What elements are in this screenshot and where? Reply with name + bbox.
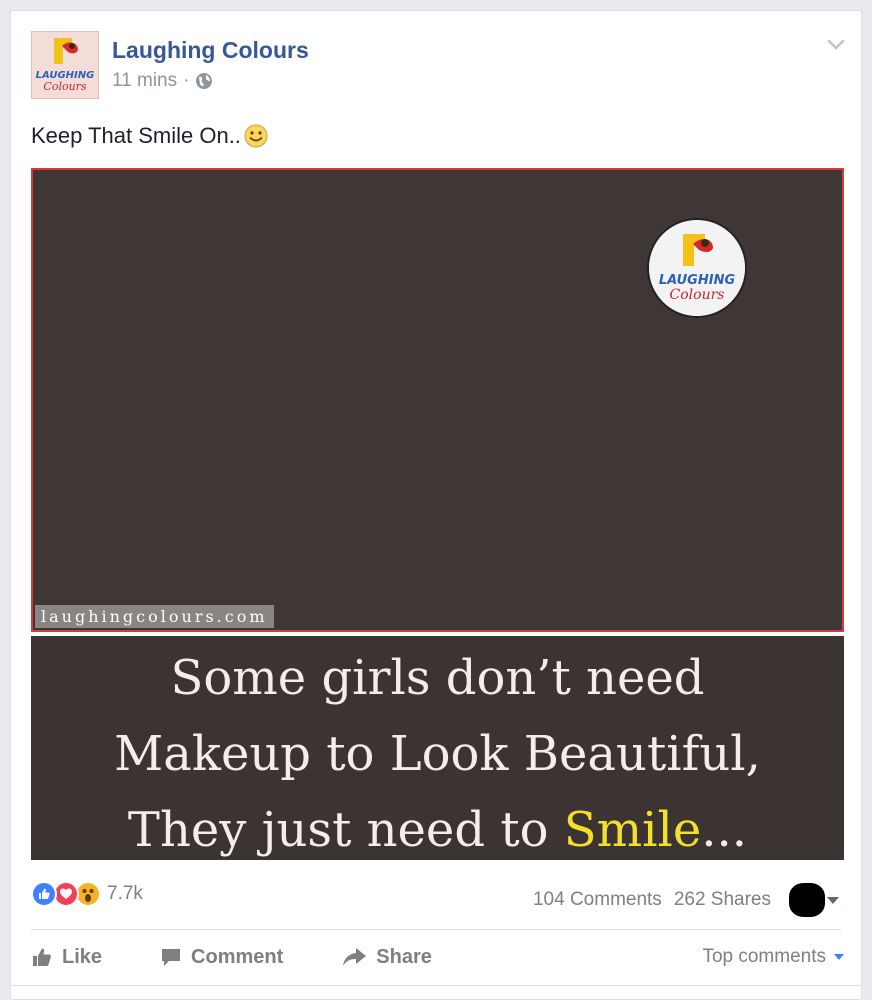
svg-text:LAUGHING: LAUGHING [659,273,736,288]
comment-sort-dropdown[interactable]: Top comments [702,946,844,968]
like-icon [31,881,57,907]
thumbs-up-icon [33,948,51,966]
video-watermark: laughingcolours.com [35,605,274,628]
caption-line-2: Makeup to Look Beautiful, [114,726,761,782]
share-arrow-icon [343,948,367,966]
share-label: Share [376,945,432,968]
shares-count-link[interactable]: 262 Shares [674,889,771,911]
caption-line-3: They just need to Smile... [31,792,844,868]
reaction-count[interactable]: 7.7k [107,883,143,905]
comment-label: Comment [191,945,284,968]
chevron-down-icon[interactable] [825,33,847,55]
divider [11,985,861,986]
caret-down-icon [827,896,839,904]
viewer-avatar [789,883,825,917]
post-card: LAUGHING Colours Laughing Colours 11 min… [10,10,862,1000]
divider [31,929,841,930]
svg-text:Colours: Colours [43,80,87,93]
post-timestamp[interactable]: 11 mins [112,70,177,92]
page-name-link[interactable]: Laughing Colours [112,37,309,64]
post-message-text: Keep That Smile On.. [31,123,241,148]
share-button[interactable]: Share [341,946,432,969]
caption-line-3-prefix: They just need to [127,802,564,858]
globe-icon[interactable] [195,72,213,90]
post-message: Keep That Smile On.. [31,123,269,149]
engagement-stats: 104 Comments 262 Shares [533,883,839,917]
caption-image[interactable]: Some girls don’t need Makeup to Look Bea… [31,636,844,860]
video-brand-logo: LAUGHING Colours [647,218,747,318]
page-avatar[interactable]: LAUGHING Colours [31,31,99,99]
reaction-summary[interactable]: 7.7k [31,881,143,907]
laughing-colours-logo: LAUGHING Colours [32,32,98,98]
like-button[interactable]: Like [31,946,102,969]
post-action-bar: Like Comment Share Top comments [31,937,844,977]
like-label: Like [62,945,103,968]
caption-line-1: Some girls don’t need [170,650,705,706]
svg-text:Colours: Colours [670,287,725,303]
comment-button[interactable]: Comment [160,946,283,969]
viewer-selector[interactable] [783,883,839,917]
caption-highlight-word: Smile [563,802,702,858]
laughing-colours-logo: LAUGHING Colours [649,220,745,316]
meta-separator: · [183,70,190,91]
video-player[interactable]: LAUGHING Colours laughingcolours.com [31,168,844,632]
caret-down-icon [834,954,844,960]
comment-icon [162,949,181,966]
comments-count-link[interactable]: 104 Comments [533,889,662,911]
post-meta: 11 mins · [112,70,213,92]
smile-emoji-icon [244,124,268,148]
comment-sort-label: Top comments [702,946,826,967]
caption-line-3-suffix: ... [701,802,748,858]
